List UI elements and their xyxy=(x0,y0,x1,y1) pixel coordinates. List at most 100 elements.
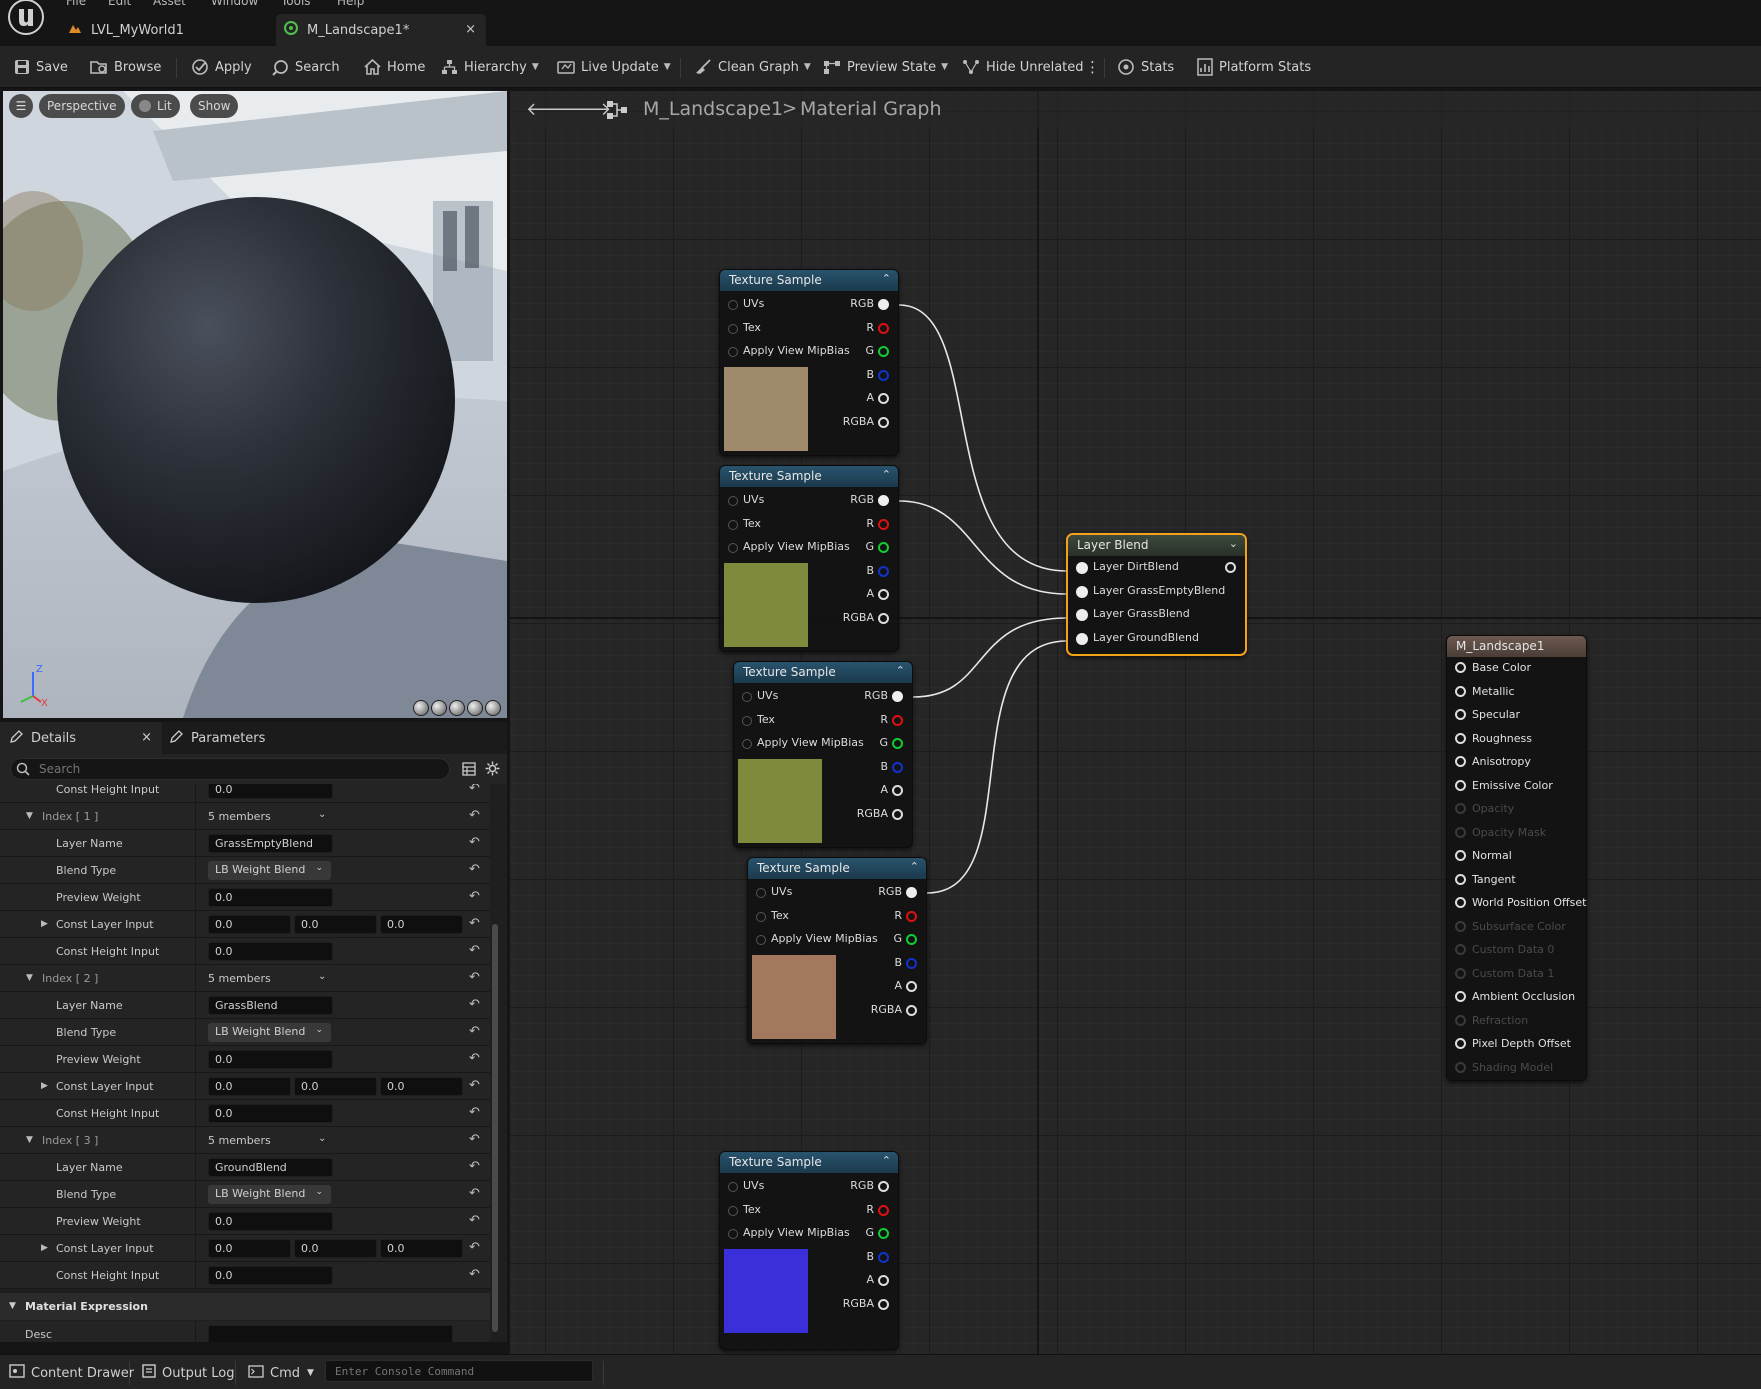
material-input-pin[interactable] xyxy=(1455,873,1466,885)
chevron-up-icon[interactable]: ⌃ xyxy=(896,664,905,677)
input-pin[interactable] xyxy=(756,911,766,922)
layer-input-pin[interactable] xyxy=(1076,585,1088,598)
reset-to-default-icon[interactable]: ↶ xyxy=(469,1213,480,1228)
collapsed-triangle-icon[interactable]: ▶ xyxy=(41,1243,48,1253)
blend-type-dropdown[interactable]: LB Weight Blend ⌄ xyxy=(208,1185,331,1204)
more-options-icon[interactable]: ⋮ xyxy=(1085,56,1100,78)
material-graph-canvas[interactable]: 🡐 🡒 M_Landscape1 > Material Graph Textur… xyxy=(510,91,1761,1354)
chevron-up-icon[interactable]: ⌃ xyxy=(882,272,891,285)
reset-to-default-icon[interactable]: ↶ xyxy=(469,1024,480,1039)
reset-to-default-icon[interactable]: ↶ xyxy=(469,835,480,850)
property-value-field[interactable]: 0.0 xyxy=(208,888,333,907)
reset-to-default-icon[interactable]: ↶ xyxy=(469,1105,480,1120)
material-expression-section[interactable]: ▼ Material Expression xyxy=(0,1293,490,1320)
output-pin[interactable] xyxy=(878,612,889,624)
output-pin[interactable] xyxy=(878,589,889,600)
material-input-pin[interactable] xyxy=(1455,662,1466,673)
desc-field[interactable] xyxy=(208,1325,453,1342)
reset-to-default-icon[interactable]: ↶ xyxy=(469,970,480,985)
hide-unrelated-button[interactable]: Hide Unrelated xyxy=(962,56,1084,78)
input-pin[interactable] xyxy=(728,323,738,334)
hierarchy-button[interactable]: Hierarchy ▼ xyxy=(441,56,539,78)
vector-component-field[interactable]: 0.0 xyxy=(208,1077,291,1096)
property-value-field[interactable]: GroundBlend xyxy=(208,1158,333,1177)
texture-sample-node[interactable]: Texture Sample ⌃ UVs Tex Apply View MipBias R… xyxy=(747,857,927,1044)
texture-sample-node[interactable]: Texture Sample ⌃ UVs Tex Apply View MipBias R… xyxy=(719,269,899,456)
forward-arrow-icon[interactable]: 🡒 xyxy=(563,99,611,120)
layer-input-pin[interactable] xyxy=(1076,632,1088,645)
menu-asset[interactable]: Asset xyxy=(153,0,186,8)
output-pin[interactable] xyxy=(878,322,889,334)
output-pin[interactable] xyxy=(878,1298,889,1310)
lit-button[interactable]: Lit xyxy=(131,94,180,118)
chevron-down-icon[interactable]: ⌄ xyxy=(1229,537,1238,550)
viewport-menu-button[interactable]: ☰ xyxy=(9,94,33,118)
output-pin[interactable] xyxy=(878,1204,889,1216)
output-pin[interactable] xyxy=(878,346,889,357)
chevron-down-icon[interactable]: ⌄ xyxy=(318,971,326,982)
details-scrollbar[interactable] xyxy=(492,924,498,1332)
layer-blend-node[interactable]: Layer Blend ⌄ Layer DirtBlend Layer Grass… xyxy=(1066,533,1247,656)
input-pin[interactable] xyxy=(728,543,738,553)
menu-help[interactable]: Help xyxy=(337,0,364,8)
vector-component-field[interactable]: 0.0 xyxy=(208,915,291,934)
cube-preview-icon[interactable] xyxy=(467,700,483,716)
layer-input-pin[interactable] xyxy=(1076,562,1088,574)
texture-sample-node[interactable]: Texture Sample ⌃ UVs Tex Apply View MipBias R… xyxy=(719,1151,899,1350)
chevron-down-icon[interactable]: ⌄ xyxy=(318,809,326,820)
input-pin[interactable] xyxy=(728,519,738,530)
array-index-row[interactable]: ▼ Index [ 3 ] 5 members ⌄ ↶ xyxy=(0,1127,490,1154)
unreal-logo-icon[interactable] xyxy=(5,0,47,38)
material-input-pin[interactable] xyxy=(1455,1038,1466,1049)
preview-mesh-selector[interactable] xyxy=(413,700,507,716)
browse-button[interactable]: Browse xyxy=(90,56,161,78)
output-pin[interactable] xyxy=(878,1181,889,1192)
output-pin[interactable] xyxy=(878,1251,889,1263)
close-tab-icon[interactable]: × xyxy=(141,730,152,745)
save-button[interactable]: Save xyxy=(14,56,68,78)
perspective-button[interactable]: Perspective xyxy=(39,94,125,118)
property-value-field[interactable]: 0.0 xyxy=(208,942,333,961)
input-pin[interactable] xyxy=(756,935,766,945)
chevron-up-icon[interactable]: ⌃ xyxy=(882,1154,891,1167)
input-pin[interactable] xyxy=(728,1205,738,1216)
property-value-field[interactable]: 0.0 xyxy=(208,1050,333,1069)
output-pin[interactable] xyxy=(878,1275,889,1286)
menu-file[interactable]: File xyxy=(66,0,86,8)
apply-button[interactable]: Apply xyxy=(191,56,252,78)
blend-type-dropdown[interactable]: LB Weight Blend ⌄ xyxy=(208,1023,331,1042)
input-pin[interactable] xyxy=(742,692,752,702)
material-preview-viewport[interactable]: ☰ Perspective Lit Show Z X xyxy=(3,91,507,718)
input-pin[interactable] xyxy=(756,888,766,898)
reset-to-default-icon[interactable]: ↶ xyxy=(469,1078,480,1093)
input-pin[interactable] xyxy=(728,1182,738,1192)
input-pin[interactable] xyxy=(742,715,752,726)
material-input-pin[interactable] xyxy=(1455,732,1466,744)
expand-triangle-icon[interactable]: ▼ xyxy=(26,1135,33,1145)
reset-to-default-icon[interactable]: ↶ xyxy=(469,1159,480,1174)
input-pin[interactable] xyxy=(728,347,738,357)
plane-preview-icon[interactable] xyxy=(449,700,465,716)
home-button[interactable]: Home xyxy=(364,56,425,78)
input-pin[interactable] xyxy=(728,1229,738,1239)
reset-to-default-icon[interactable]: ↶ xyxy=(469,943,480,958)
output-pin[interactable] xyxy=(892,738,903,749)
cylinder-preview-icon[interactable] xyxy=(413,700,429,716)
reset-to-default-icon[interactable]: ↶ xyxy=(469,889,480,904)
input-pin[interactable] xyxy=(728,300,738,310)
material-input-pin[interactable] xyxy=(1455,756,1466,767)
output-pin[interactable] xyxy=(906,1004,917,1016)
output-pin[interactable] xyxy=(892,785,903,796)
console-command-input[interactable] xyxy=(325,1360,593,1382)
reset-to-default-icon[interactable]: ↶ xyxy=(469,808,480,823)
close-tab-icon[interactable]: × xyxy=(465,22,476,37)
content-drawer-button[interactable]: Content Drawer xyxy=(9,1364,134,1382)
live-update-button[interactable]: Live Update ▼ xyxy=(557,56,671,78)
collapsed-triangle-icon[interactable]: ▶ xyxy=(41,1081,48,1091)
array-index-row[interactable]: ▼ Index [ 1 ] 5 members ⌄ ↶ xyxy=(0,803,490,830)
expand-triangle-icon[interactable]: ▼ xyxy=(26,811,33,821)
output-pin[interactable] xyxy=(878,369,889,381)
reset-to-default-icon[interactable]: ↶ xyxy=(469,1186,480,1201)
search-button[interactable]: Search xyxy=(272,56,340,78)
output-pin[interactable] xyxy=(892,691,903,702)
